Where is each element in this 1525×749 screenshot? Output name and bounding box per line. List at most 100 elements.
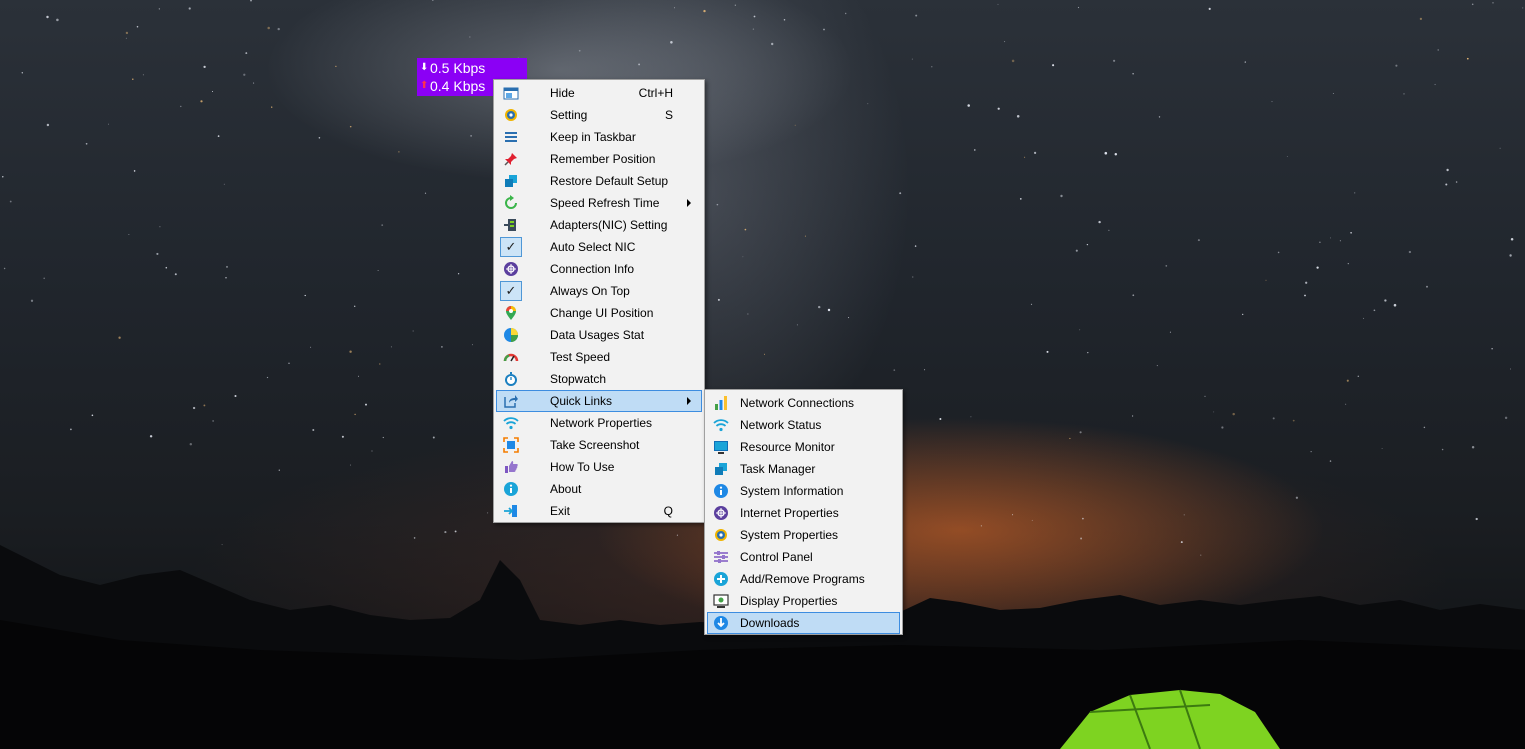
menu-shortcut: Ctrl+H bbox=[638, 86, 673, 100]
menu-item-data-usage-stat[interactable]: Data Usages Stat bbox=[496, 324, 702, 346]
menu-item-label: Resource Monitor bbox=[740, 440, 835, 454]
menu-item-speed-refresh-time[interactable]: Speed Refresh Time bbox=[496, 192, 702, 214]
menu-item-label: Downloads bbox=[740, 616, 800, 630]
speedometer-icon bbox=[500, 347, 522, 367]
menu-item-label: Always On Top bbox=[550, 284, 630, 298]
menu-item-label: Hide bbox=[550, 86, 575, 100]
menu-item-label: Setting bbox=[550, 108, 588, 122]
wifi-icon bbox=[500, 413, 522, 433]
submenu-item-system-properties[interactable]: System Properties bbox=[707, 524, 900, 546]
plus-icon bbox=[710, 569, 732, 589]
menu-item-remember-position[interactable]: Remember Position bbox=[496, 148, 702, 170]
submenu-item-network-connections[interactable]: Network Connections bbox=[707, 392, 900, 414]
menu-item-hide[interactable]: Hide Ctrl+H bbox=[496, 82, 702, 104]
menu-item-label: Keep in Taskbar bbox=[550, 130, 636, 144]
menu-item-label: Quick Links bbox=[550, 394, 613, 408]
menu-item-label: Auto Select NIC bbox=[550, 240, 636, 254]
desktop-wallpaper bbox=[0, 0, 1525, 749]
menu-item-label: Stopwatch bbox=[550, 372, 607, 386]
menu-item-label: Network Status bbox=[740, 418, 822, 432]
menu-item-label: Test Speed bbox=[550, 350, 611, 364]
submenu-item-downloads[interactable]: Downloads bbox=[707, 612, 900, 634]
menu-item-adapters-setting[interactable]: Adapters(NIC) Setting bbox=[496, 214, 702, 236]
menu-item-label: Restore Default Setup bbox=[550, 174, 669, 188]
submenu-arrow-icon bbox=[687, 397, 691, 405]
quick-links-submenu: Network Connections Network Status Resou… bbox=[704, 389, 903, 635]
upload-arrow-icon: ⬆ bbox=[420, 80, 429, 91]
menu-item-label: Take Screenshot bbox=[550, 438, 640, 452]
menu-item-how-to-use[interactable]: How To Use bbox=[496, 456, 702, 478]
info-icon bbox=[500, 479, 522, 499]
gear-icon bbox=[500, 105, 522, 125]
display-icon bbox=[710, 591, 732, 611]
submenu-arrow-icon bbox=[687, 199, 691, 207]
menu-item-label: System Information bbox=[740, 484, 844, 498]
download-icon bbox=[710, 613, 732, 633]
check-icon: ✓ bbox=[500, 281, 522, 301]
menu-item-label: About bbox=[550, 482, 582, 496]
task-manager-icon bbox=[710, 459, 732, 479]
menu-item-connection-info[interactable]: Connection Info bbox=[496, 258, 702, 280]
check-icon: ✓ bbox=[500, 237, 522, 257]
upload-speed-value: 0.4 Kbps bbox=[430, 78, 486, 94]
menu-item-label: Data Usages Stat bbox=[550, 328, 645, 342]
menu-item-label: Adapters(NIC) Setting bbox=[550, 218, 668, 232]
menu-shortcut: Q bbox=[663, 504, 673, 518]
menu-item-label: Remember Position bbox=[550, 152, 656, 166]
menu-item-label: Display Properties bbox=[740, 594, 838, 608]
wifi-icon bbox=[710, 415, 732, 435]
menu-item-stopwatch[interactable]: Stopwatch bbox=[496, 368, 702, 390]
menu-item-label: Network Connections bbox=[740, 396, 855, 410]
menu-item-label: Exit bbox=[550, 504, 571, 518]
menu-item-label: Task Manager bbox=[740, 462, 816, 476]
submenu-item-system-information[interactable]: System Information bbox=[707, 480, 900, 502]
submenu-item-internet-properties[interactable]: Internet Properties bbox=[707, 502, 900, 524]
menu-item-test-speed[interactable]: Test Speed bbox=[496, 346, 702, 368]
taskbar-icon bbox=[500, 127, 522, 147]
submenu-item-network-status[interactable]: Network Status bbox=[707, 414, 900, 436]
submenu-item-task-manager[interactable]: Task Manager bbox=[707, 458, 900, 480]
menu-item-about[interactable]: About bbox=[496, 478, 702, 500]
submenu-item-control-panel[interactable]: Control Panel bbox=[707, 546, 900, 568]
refresh-icon bbox=[500, 193, 522, 213]
submenu-item-display-properties[interactable]: Display Properties bbox=[707, 590, 900, 612]
pie-chart-icon bbox=[500, 325, 522, 345]
menu-item-keep-in-taskbar[interactable]: Keep in Taskbar bbox=[496, 126, 702, 148]
menu-item-setting[interactable]: Setting S bbox=[496, 104, 702, 126]
menu-item-network-properties[interactable]: Network Properties bbox=[496, 412, 702, 434]
share-icon bbox=[500, 391, 522, 411]
menu-item-label: How To Use bbox=[550, 460, 615, 474]
menu-item-label: Change UI Position bbox=[550, 306, 654, 320]
menu-item-take-screenshot[interactable]: Take Screenshot bbox=[496, 434, 702, 456]
submenu-item-resource-monitor[interactable]: Resource Monitor bbox=[707, 436, 900, 458]
download-speed-row: ⬇ 0.5 Kbps bbox=[420, 59, 527, 77]
menu-item-always-on-top[interactable]: ✓ Always On Top bbox=[496, 280, 702, 302]
gear-icon bbox=[710, 525, 732, 545]
menu-item-auto-select-nic[interactable]: ✓ Auto Select NIC bbox=[496, 236, 702, 258]
menu-item-exit[interactable]: Exit Q bbox=[496, 500, 702, 522]
bar-chart-icon bbox=[710, 393, 732, 413]
hand-icon bbox=[500, 457, 522, 477]
menu-item-label: System Properties bbox=[740, 528, 839, 542]
pin-icon bbox=[500, 149, 522, 169]
monitor-icon bbox=[710, 437, 732, 457]
menu-item-change-ui-position[interactable]: Change UI Position bbox=[496, 302, 702, 324]
restore-icon bbox=[500, 171, 522, 191]
menu-item-restore-default[interactable]: Restore Default Setup bbox=[496, 170, 702, 192]
sliders-icon bbox=[710, 547, 732, 567]
menu-item-label: Internet Properties bbox=[740, 506, 839, 520]
menu-item-label: Connection Info bbox=[550, 262, 635, 276]
menu-item-label: Add/Remove Programs bbox=[740, 572, 865, 586]
menu-item-label: Speed Refresh Time bbox=[550, 196, 660, 210]
mountain-silhouette bbox=[0, 545, 1525, 749]
screenshot-icon bbox=[500, 435, 522, 455]
window-icon bbox=[500, 83, 522, 103]
location-icon bbox=[500, 303, 522, 323]
exit-icon bbox=[500, 501, 522, 521]
menu-item-quick-links[interactable]: Quick Links bbox=[496, 390, 702, 412]
menu-shortcut: S bbox=[664, 108, 673, 122]
download-speed-value: 0.5 Kbps bbox=[430, 60, 486, 76]
adapter-icon bbox=[500, 215, 522, 235]
info-icon bbox=[710, 481, 732, 501]
submenu-item-add-remove-programs[interactable]: Add/Remove Programs bbox=[707, 568, 900, 590]
